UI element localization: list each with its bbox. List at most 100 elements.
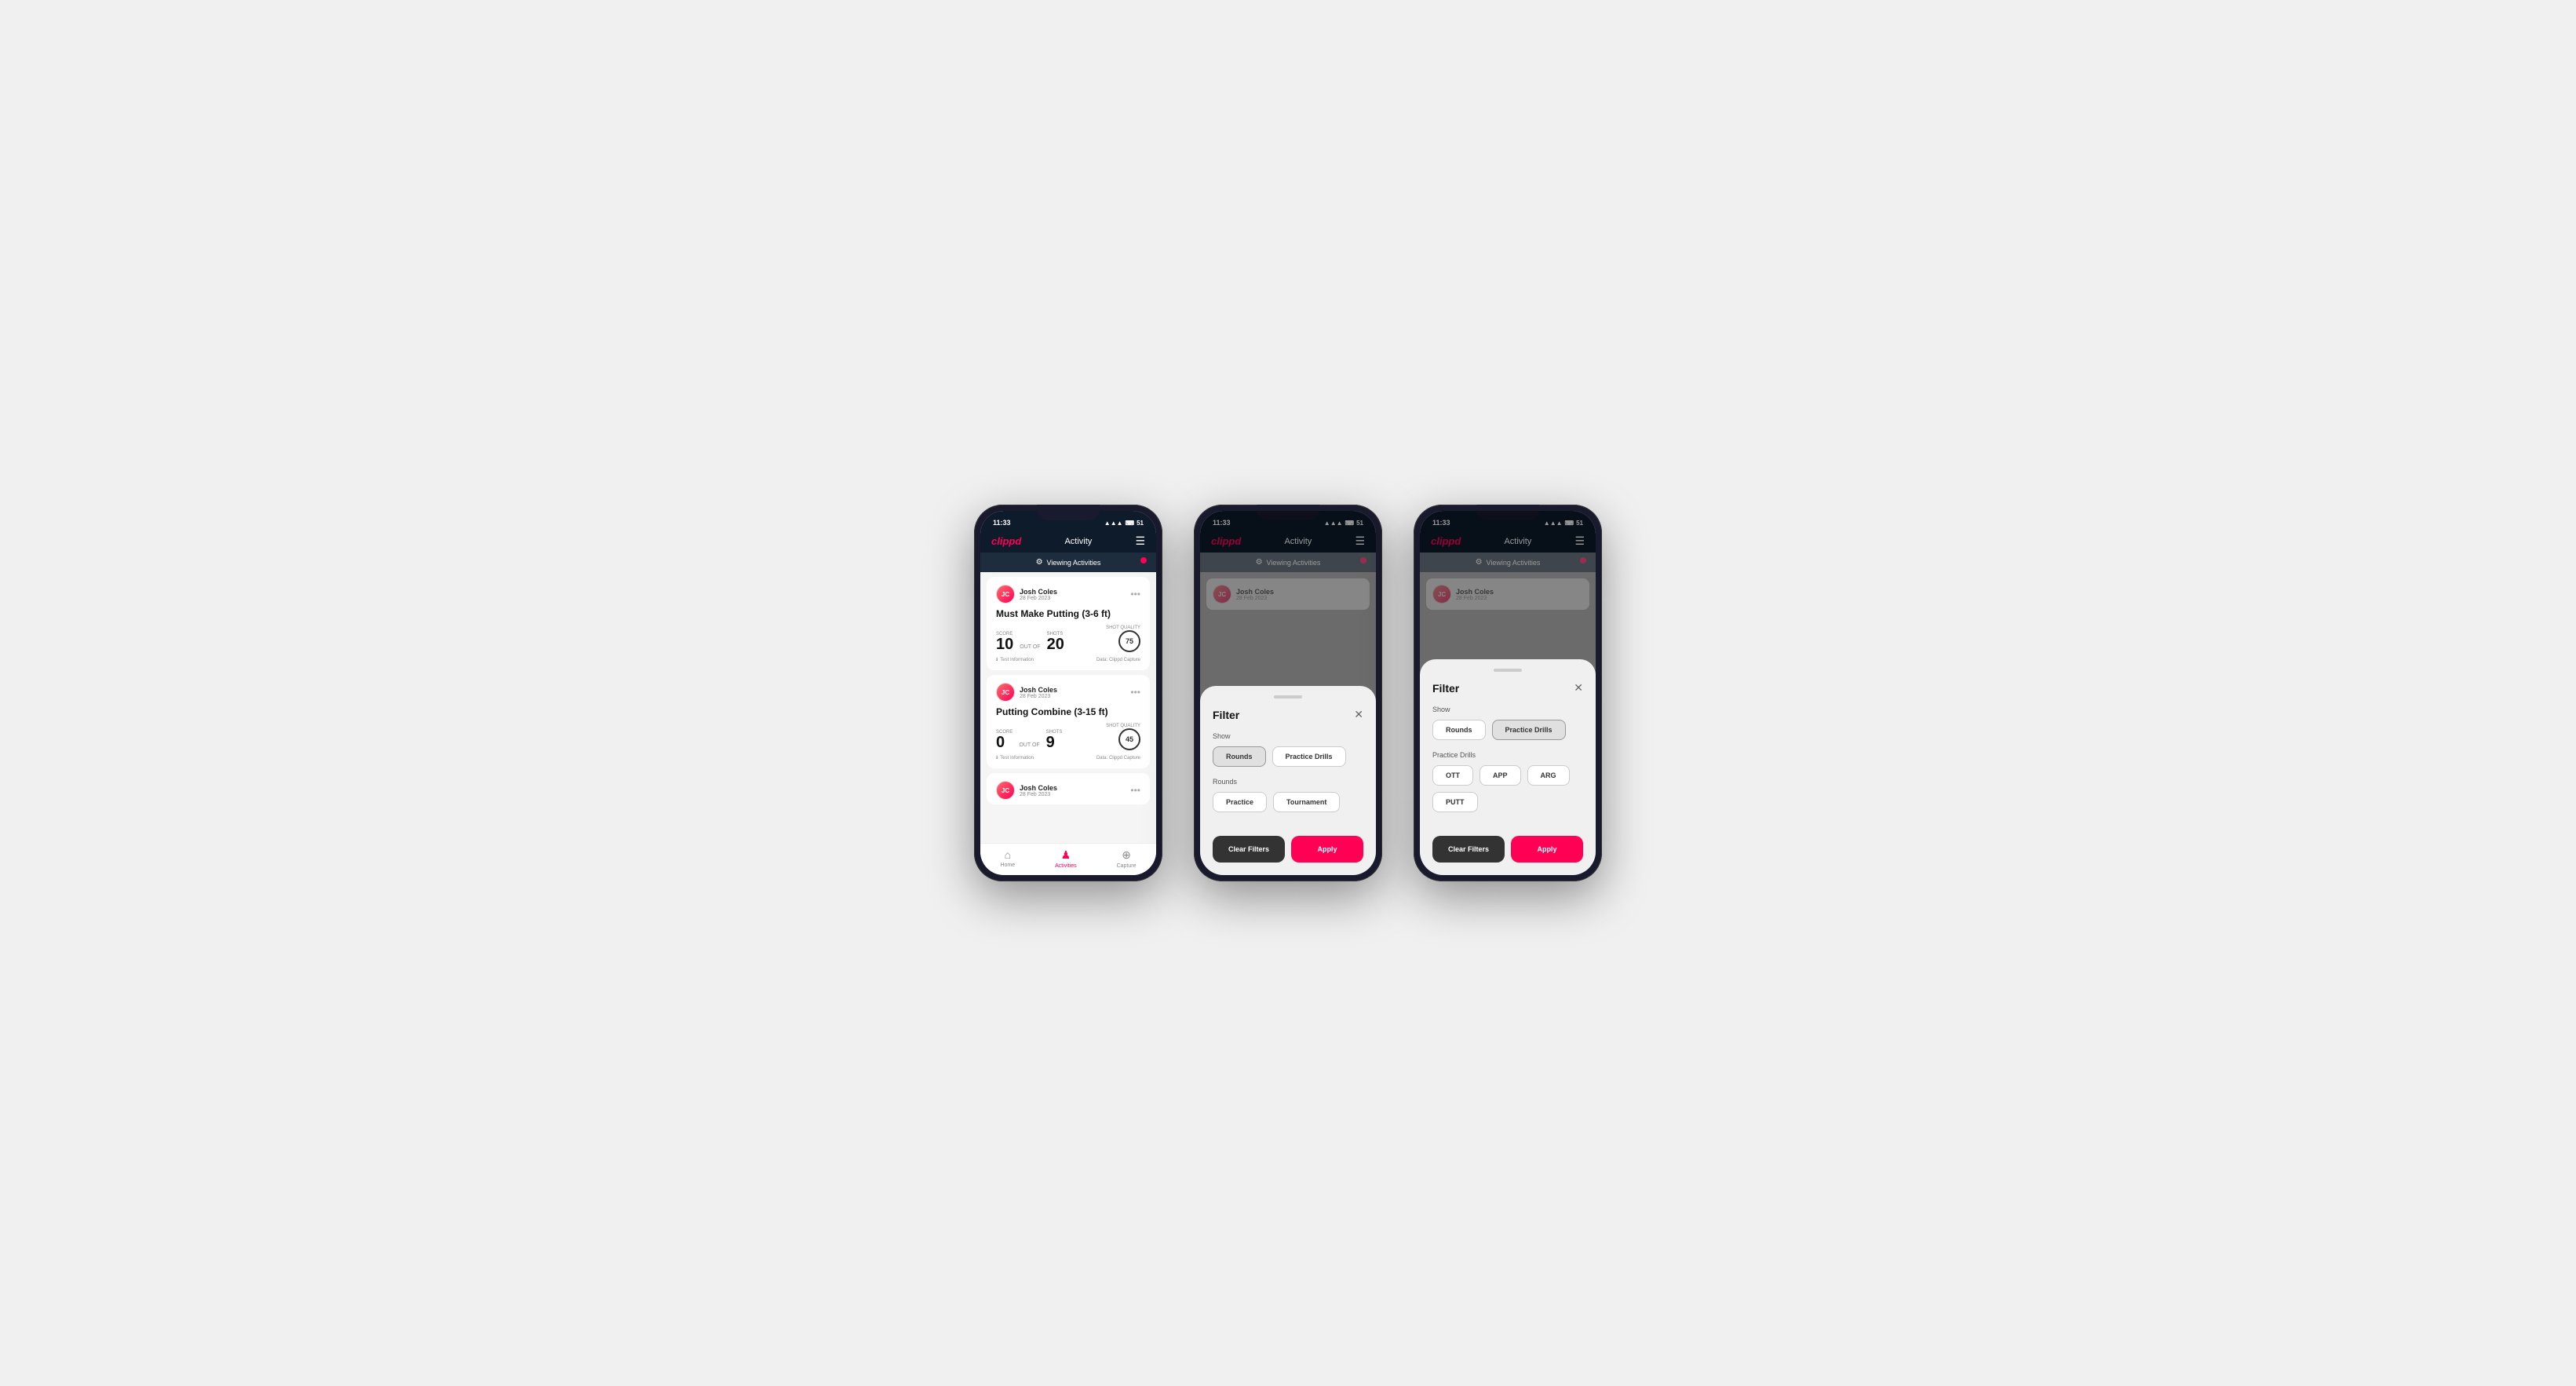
filter-overlay-2: Filter ✕ Show Rounds Practice Drills Rou… xyxy=(1200,511,1376,875)
clear-filters-btn-2[interactable]: Clear Filters xyxy=(1213,836,1285,863)
signal-icon: ▲▲▲ xyxy=(1104,520,1123,527)
phone-screen-3: 11:33 ▲▲▲ ⌨ 51 clippd Activity ☰ ⚙ Viewi… xyxy=(1414,505,1602,881)
practice-round-btn-2[interactable]: Practice xyxy=(1213,792,1267,812)
modal-footer-2: Clear Filters Apply xyxy=(1213,836,1363,863)
rounds-btn-3[interactable]: Rounds xyxy=(1432,720,1486,740)
sq-label-1: Shot Quality xyxy=(1106,626,1140,630)
close-button-2[interactable]: ✕ xyxy=(1354,708,1363,721)
activity-card-3[interactable]: JC Josh Coles 28 Feb 2023 ••• xyxy=(987,773,1150,804)
time-1: 11:33 xyxy=(993,519,1011,527)
modal-footer-3: Clear Filters Apply xyxy=(1432,836,1583,863)
home-icon-1: ⌂ xyxy=(1005,848,1011,861)
more-menu-2[interactable]: ••• xyxy=(1130,687,1140,698)
activity-title-1: Must Make Putting (3-6 ft) xyxy=(996,608,1140,619)
ott-btn-3[interactable]: OTT xyxy=(1432,765,1473,786)
rounds-btn-2[interactable]: Rounds xyxy=(1213,746,1266,767)
practice-drills-btn-3[interactable]: Practice Drills xyxy=(1492,720,1566,740)
wifi-icon: ⌨ xyxy=(1126,520,1135,527)
card-header-2: JC Josh Coles 28 Feb 2023 ••• xyxy=(996,683,1140,702)
clear-filters-btn-3[interactable]: Clear Filters xyxy=(1432,836,1505,863)
stats-row-1: Score 10 OUT OF Shots 20 Shot Quality 75 xyxy=(996,626,1140,652)
putt-btn-3[interactable]: PUTT xyxy=(1432,792,1478,812)
user-date-3: 28 Feb 2023 xyxy=(1020,792,1057,797)
more-menu-3[interactable]: ••• xyxy=(1130,785,1140,796)
menu-icon-1[interactable]: ☰ xyxy=(1135,534,1145,548)
close-button-3[interactable]: ✕ xyxy=(1574,681,1583,695)
activity-title-2: Putting Combine (3-15 ft) xyxy=(996,706,1140,717)
test-info-2: ℹ Test Information xyxy=(996,755,1034,760)
tab-capture-1[interactable]: ⊕ Capture xyxy=(1117,848,1137,869)
show-label-2: Show xyxy=(1213,732,1363,740)
capture-label-1: Capture xyxy=(1117,863,1137,869)
modal-handle-2 xyxy=(1274,695,1302,698)
user-date-2: 28 Feb 2023 xyxy=(1020,694,1057,699)
avatar-1: JC xyxy=(996,585,1015,604)
shot-quality-badge-2: 45 xyxy=(1118,728,1140,750)
data-source-1: Data: Clippd Capture xyxy=(1096,658,1140,662)
avatar-2: JC xyxy=(996,683,1015,702)
practice-drills-label-3: Practice Drills xyxy=(1432,751,1583,759)
modal-title-2: Filter xyxy=(1213,709,1239,721)
apply-btn-2[interactable]: Apply xyxy=(1291,836,1363,863)
activity-list-1: JC Josh Coles 28 Feb 2023 ••• Must Make … xyxy=(980,572,1156,843)
logo-1: clippd xyxy=(991,535,1021,547)
activity-card-1[interactable]: JC Josh Coles 28 Feb 2023 ••• Must Make … xyxy=(987,577,1150,670)
filter-overlay-3: Filter ✕ Show Rounds Practice Drills Pra… xyxy=(1420,511,1596,875)
user-name-1: Josh Coles xyxy=(1020,588,1057,596)
more-menu-1[interactable]: ••• xyxy=(1130,589,1140,600)
modal-title-3: Filter xyxy=(1432,682,1459,695)
shot-quality-badge-1: 75 xyxy=(1118,630,1140,652)
filter-icon-1: ⚙ xyxy=(1036,558,1043,567)
avatar-3: JC xyxy=(996,781,1015,800)
rounds-label-2: Rounds xyxy=(1213,778,1363,786)
modal-header-2: Filter ✕ xyxy=(1213,708,1363,721)
phone-screen-2: 11:33 ▲▲▲ ⌨ 51 clippd Activity ☰ ⚙ Viewi… xyxy=(1194,505,1382,881)
filter-modal-2: Filter ✕ Show Rounds Practice Drills Rou… xyxy=(1200,686,1376,875)
test-info-1: ℹ Test Information xyxy=(996,657,1034,662)
status-icons-1: ▲▲▲ ⌨ 51 xyxy=(1104,520,1144,527)
app-btn-3[interactable]: APP xyxy=(1480,765,1521,786)
notch xyxy=(1037,505,1100,520)
user-info-1: JC Josh Coles 28 Feb 2023 xyxy=(996,585,1057,604)
activities-label-1: Activities xyxy=(1055,863,1077,869)
battery-1: 51 xyxy=(1137,520,1144,527)
out-of-1: OUT OF xyxy=(1020,644,1040,650)
stats-row-2: Score 0 OUT OF Shots 9 Shot Quality 45 xyxy=(996,724,1140,750)
info-icon-1: ℹ xyxy=(996,657,998,662)
tab-activities-1[interactable]: ♟ Activities xyxy=(1055,848,1077,869)
out-of-2: OUT OF xyxy=(1019,742,1039,748)
card-footer-2: ℹ Test Information Data: Clippd Capture xyxy=(996,755,1140,760)
home-label-1: Home xyxy=(1000,863,1015,868)
user-date-1: 28 Feb 2023 xyxy=(1020,596,1057,601)
drill-filter-buttons-3: OTT APP ARG PUTT xyxy=(1432,765,1583,812)
show-label-3: Show xyxy=(1432,706,1583,713)
modal-handle-3 xyxy=(1494,669,1522,672)
filter-modal-3: Filter ✕ Show Rounds Practice Drills Pra… xyxy=(1420,659,1596,875)
phone-screen-1: 11:33 ▲▲▲ ⌨ 51 clippd Activity ☰ ⚙ Viewi… xyxy=(974,505,1162,881)
viewing-bar-1[interactable]: ⚙ Viewing Activities xyxy=(980,553,1156,572)
show-filter-buttons-3: Rounds Practice Drills xyxy=(1432,720,1583,740)
arg-btn-3[interactable]: ARG xyxy=(1527,765,1570,786)
activities-icon-1: ♟ xyxy=(1061,848,1071,862)
shots-value-2: 9 xyxy=(1046,735,1063,750)
user-name-2: Josh Coles xyxy=(1020,686,1057,694)
score-value-2: 0 xyxy=(996,735,1013,750)
practice-drills-btn-2[interactable]: Practice Drills xyxy=(1272,746,1346,767)
info-icon-2: ℹ xyxy=(996,755,998,760)
score-value-1: 10 xyxy=(996,636,1013,652)
data-source-2: Data: Clippd Capture xyxy=(1096,756,1140,760)
apply-btn-3[interactable]: Apply xyxy=(1511,836,1583,863)
card-footer-1: ℹ Test Information Data: Clippd Capture xyxy=(996,657,1140,662)
bottom-tabs-1: ⌂ Home ♟ Activities ⊕ Capture xyxy=(980,843,1156,875)
show-filter-buttons-2: Rounds Practice Drills xyxy=(1213,746,1363,767)
user-info-2: JC Josh Coles 28 Feb 2023 xyxy=(996,683,1057,702)
nav-title-1: Activity xyxy=(1064,537,1092,546)
tab-home-1[interactable]: ⌂ Home xyxy=(1000,848,1015,869)
viewing-label-1: Viewing Activities xyxy=(1047,559,1101,567)
nav-bar-1: clippd Activity ☰ xyxy=(980,530,1156,553)
activity-card-2[interactable]: JC Josh Coles 28 Feb 2023 ••• Putting Co… xyxy=(987,675,1150,768)
notification-dot-1 xyxy=(1140,557,1147,564)
shots-value-1: 20 xyxy=(1047,636,1064,652)
modal-header-3: Filter ✕ xyxy=(1432,681,1583,695)
tournament-btn-2[interactable]: Tournament xyxy=(1273,792,1340,812)
